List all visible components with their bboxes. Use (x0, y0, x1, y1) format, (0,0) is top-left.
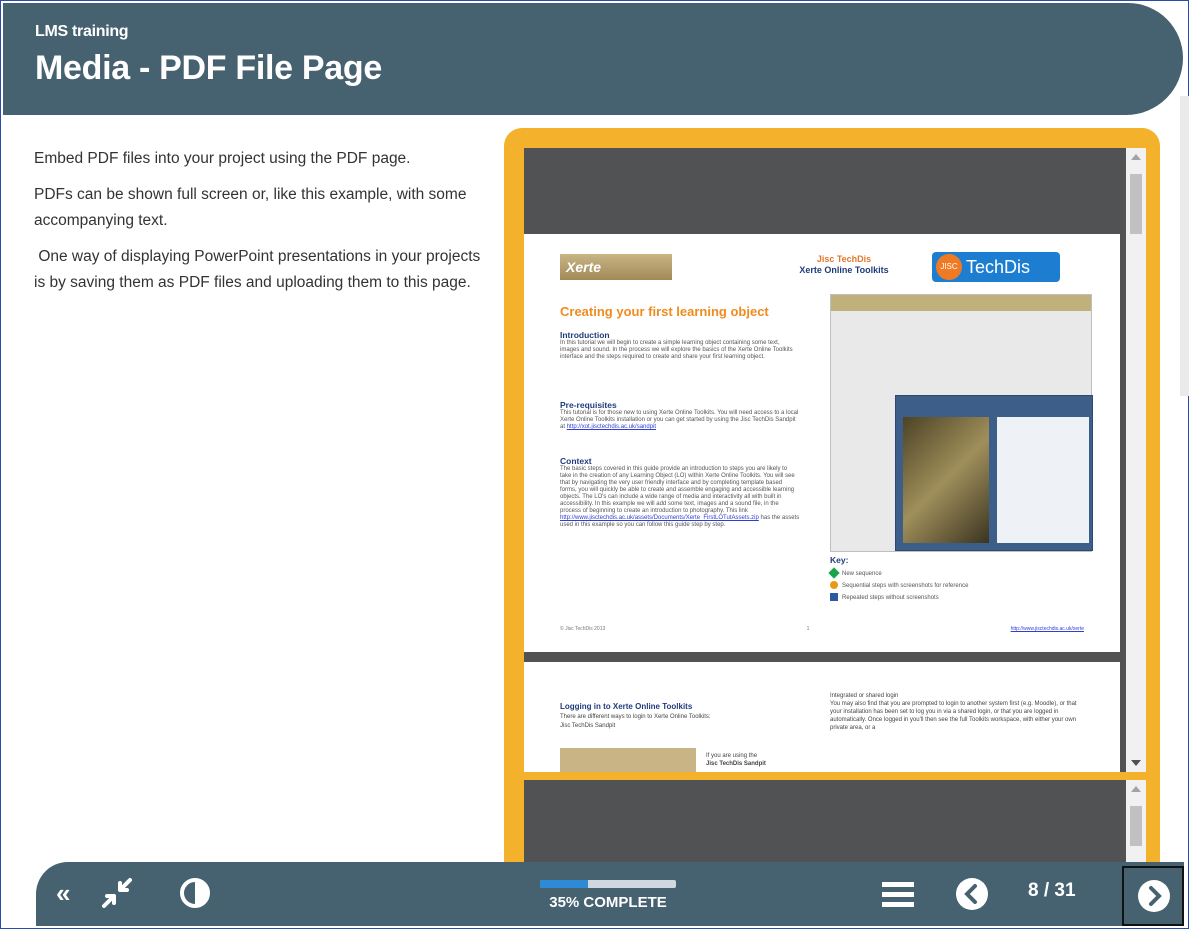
section-text: Jisc TechDis Sandpit (706, 761, 766, 767)
page-counter: 8 / 31 (1028, 880, 1076, 901)
section-text: Integrated or shared login (830, 693, 899, 699)
rewind-icon[interactable]: « (56, 878, 70, 909)
pdf-section: Pre-requisites This tutorial is for thos… (560, 400, 800, 431)
pdf-viewer[interactable]: Xerte Jisc TechDis Xerte Online Toolkits… (524, 148, 1146, 772)
scroll-up-icon[interactable] (1131, 154, 1141, 160)
footer-link[interactable]: http://www.jisctechdis.ac.uk/xerte (1011, 626, 1084, 632)
jisc-badge: JISC (936, 254, 962, 280)
brand-line: Jisc TechDis (816, 254, 872, 264)
circle-icon (830, 581, 838, 590)
paragraph: One way of displaying PowerPoint present… (34, 248, 485, 291)
footer-page: 1 (806, 626, 810, 632)
next-button[interactable] (1122, 866, 1184, 926)
menu-icon[interactable] (880, 876, 916, 912)
page-text: Embed PDF files into your project using … (34, 146, 484, 306)
diamond-icon (828, 567, 840, 580)
pdf-page: Logging in to Xerte Online Toolkits Ther… (524, 662, 1120, 772)
section-text: Jisc TechDis Sandpit (560, 723, 616, 729)
key-item: New sequence (828, 567, 882, 580)
section-title: Pre-requisites (560, 400, 617, 410)
section-text: You may also find that you are prompted … (830, 701, 1077, 731)
key-title: Key: (830, 555, 849, 565)
screenshot-photo (903, 417, 989, 543)
pdf-section: Context The basic steps covered in this … (560, 456, 800, 529)
pdf-link[interactable]: http://xot.jisctechdis.ac.uk/sandpit (567, 424, 656, 430)
page-header: LMS training Media - PDF File Page (3, 3, 1183, 115)
pdf-brand: Jisc TechDis Xerte Online Toolkits (774, 254, 914, 276)
pdf-key: Key: New sequence Sequential steps with … (828, 554, 1090, 604)
pdf-scrollbar[interactable] (1126, 780, 1146, 868)
scroll-thumb[interactable] (1130, 174, 1142, 234)
techdis-logo: JISC TechDis (932, 252, 1060, 282)
pdf-panel: Xerte Jisc TechDis Xerte Online Toolkits… (504, 128, 1160, 868)
page-title: Media - PDF File Page (35, 49, 382, 87)
square-icon (830, 593, 838, 602)
page-scrollbar[interactable] (1180, 96, 1189, 396)
screenshot-image (830, 294, 1093, 552)
key-item: Sequential steps with screenshots for re… (830, 581, 968, 590)
pdf-page: Xerte Jisc TechDis Xerte Online Toolkits… (524, 234, 1120, 652)
pdf-scrollbar[interactable] (1126, 148, 1146, 772)
collapse-icon[interactable] (100, 876, 134, 910)
techdis-label: TechDis (966, 257, 1031, 277)
progress-bar (540, 880, 676, 888)
xerte-logo: Xerte (560, 254, 672, 280)
brand-line: Xerte Online Toolkits (799, 265, 889, 275)
pdf-section: Introduction In this tutorial we will be… (560, 330, 800, 361)
screenshot-bar (831, 295, 1091, 311)
pdf-footer: © Jisc TechDis 2013 1 http://www.jisctec… (560, 626, 1084, 632)
section-title: Logging in to Xerte Online Toolkits (560, 702, 693, 711)
course-title: LMS training (35, 23, 129, 40)
sandpit-image (560, 748, 696, 772)
section-text: If you are using the (706, 753, 758, 759)
pdf-heading: Creating your first learning object (560, 304, 769, 319)
paragraph: PDFs can be shown full screen or, like t… (34, 186, 467, 229)
scroll-down-icon[interactable] (1131, 760, 1141, 766)
footer-left: © Jisc TechDis 2013 (560, 626, 606, 632)
section-text: In this tutorial we will begin to create… (560, 340, 793, 360)
pdf-link[interactable]: http://www.jisctechdis.ac.uk/assets/Docu… (560, 515, 759, 521)
section-text: There are different ways to login to Xer… (560, 714, 711, 720)
scroll-thumb[interactable] (1130, 806, 1142, 846)
progress-fill (540, 880, 588, 888)
pdf-viewer-secondary[interactable] (524, 780, 1146, 868)
section-text: The basic steps covered in this guide pr… (560, 466, 795, 514)
key-item: Repeated steps without screenshots (830, 593, 939, 602)
scroll-up-icon[interactable] (1131, 786, 1141, 792)
progress-label: 35% COMPLETE (549, 894, 667, 911)
section-title: Introduction (560, 330, 610, 340)
section-title: Context (560, 456, 592, 466)
screenshot-panel (997, 417, 1089, 543)
paragraph: Embed PDF files into your project using … (34, 150, 411, 167)
chevron-left-icon[interactable] (954, 876, 990, 912)
progress-indicator: 35% COMPLETE (540, 880, 676, 911)
chevron-right-icon (1138, 880, 1170, 912)
contrast-icon[interactable] (178, 876, 212, 910)
